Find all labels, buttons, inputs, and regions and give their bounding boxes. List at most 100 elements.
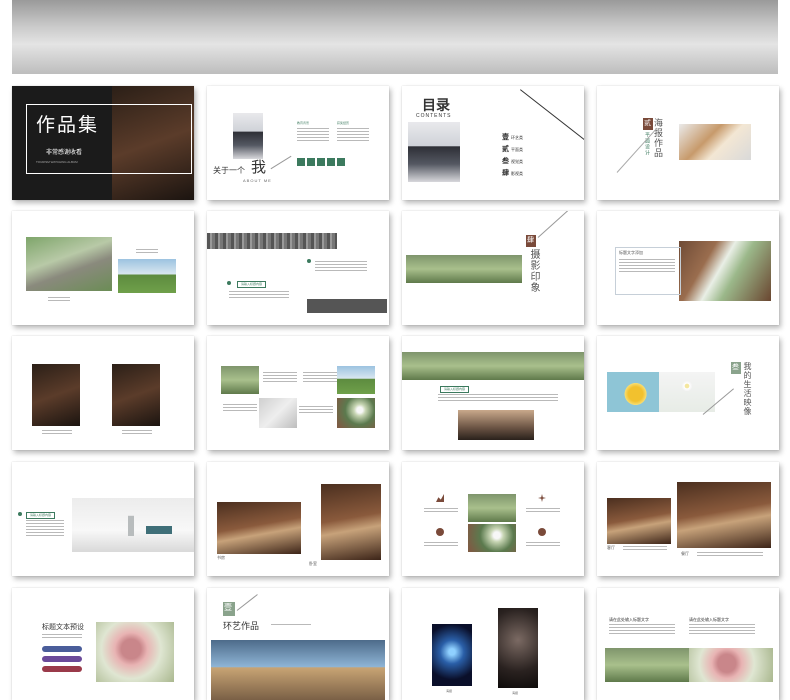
product-photo xyxy=(112,364,160,426)
slide-7[interactable]: 肆 摄影印象 xyxy=(402,211,584,325)
text-lines-b xyxy=(337,128,369,143)
chart-icon xyxy=(436,494,444,502)
caption-lines xyxy=(42,430,72,436)
contents-photo xyxy=(408,122,460,182)
about-title-en: ABOUT ME xyxy=(243,178,272,183)
about-title-pre: 关于一个 xyxy=(213,166,245,175)
text-lines xyxy=(697,552,763,558)
skill-tiles xyxy=(297,158,345,166)
slide-9[interactable] xyxy=(12,336,194,450)
slide-19[interactable]: 海报 海报 xyxy=(402,588,584,700)
slide-15[interactable] xyxy=(402,462,584,576)
caption-b: 海报 xyxy=(512,691,519,695)
top-banner xyxy=(12,0,778,74)
section-number: 壹 xyxy=(224,603,232,612)
photo-d xyxy=(337,398,375,428)
item-text: 影视类 xyxy=(511,171,523,176)
photo-a xyxy=(468,494,516,522)
slide-8[interactable]: 标题文字添加 xyxy=(597,211,779,325)
caption-a: 书房 xyxy=(217,555,225,560)
caption-lines xyxy=(136,249,158,255)
text-lines xyxy=(526,542,560,548)
slide-title: 标题文本预设 xyxy=(42,624,84,631)
slide-11[interactable]: 请输入标题内容 xyxy=(402,336,584,450)
item-text: 环艺类 xyxy=(511,135,523,140)
text-lines xyxy=(271,624,311,627)
field-photo xyxy=(406,255,522,283)
book-shape xyxy=(146,526,172,534)
slide-10[interactable] xyxy=(207,336,389,450)
text-lines xyxy=(526,508,560,514)
section-title: 环艺作品 xyxy=(223,621,260,631)
section-number: 叁 xyxy=(732,364,739,371)
caption-b: 卧室 xyxy=(309,561,317,566)
slide-18[interactable]: 壹 环艺作品 xyxy=(207,588,389,700)
portfolio-title: 作品集 xyxy=(36,115,100,136)
product-photo xyxy=(32,364,80,426)
diagonal-line xyxy=(236,594,258,611)
item-text: 视觉类 xyxy=(511,159,523,164)
caption-tag: 请输入标题内容 xyxy=(237,281,267,288)
slide-14[interactable]: 书房 卧室 xyxy=(207,462,389,576)
text-lines xyxy=(263,372,297,384)
slide-3[interactable]: 目录 CONTENTS 壹环艺类 贰平面类 叁视觉类 肆影视类 xyxy=(402,86,584,200)
portfolio-subtitle: 非常感谢收看 xyxy=(46,150,83,156)
text-lines xyxy=(299,406,333,415)
contents-title-en: CONTENTS xyxy=(416,113,452,119)
photo-b xyxy=(468,524,516,552)
tulip-photo xyxy=(679,241,771,301)
slide-20[interactable]: 请在此处输入标题文字 请在此处输入标题文字 xyxy=(597,588,779,700)
text-lines xyxy=(689,624,755,636)
bullet-icon xyxy=(307,259,311,263)
heading-b: 请在此处输入标题文字 xyxy=(689,617,729,622)
settings-icon xyxy=(538,528,546,536)
section-title: 我的生活映像 xyxy=(743,362,752,416)
slide-5[interactable] xyxy=(12,211,194,325)
heading-a: 请在此处输入标题文字 xyxy=(609,617,649,622)
list-pill xyxy=(42,646,82,652)
flower-shape xyxy=(681,380,693,392)
hero-photo xyxy=(402,352,584,380)
about-title-big: 我 xyxy=(251,159,267,176)
study-photo xyxy=(217,502,301,554)
diagonal-line xyxy=(537,211,569,238)
diagonal-line xyxy=(616,127,658,173)
bike-photo xyxy=(458,410,534,440)
slide-6[interactable]: 请输入标题内容 xyxy=(207,211,389,325)
poster-b xyxy=(498,608,538,688)
frame-caption: 标题文字添加 xyxy=(619,250,643,255)
slide-16[interactable]: 客厅 餐厅 xyxy=(597,462,779,576)
caption-lines xyxy=(122,430,152,436)
item-num: 贰 xyxy=(502,146,509,153)
section-title: 摄影印象 xyxy=(528,249,539,293)
bullet-icon xyxy=(227,281,231,285)
photo-b xyxy=(689,648,773,682)
slide-2[interactable]: 关于一个 我 ABOUT ME 教育背景 获奖经历 xyxy=(207,86,389,200)
photo-a xyxy=(605,648,689,682)
item-num: 叁 xyxy=(502,158,509,165)
cafe-photo xyxy=(679,124,751,160)
cycle-icon xyxy=(436,528,444,536)
diagonal-line xyxy=(520,89,584,152)
text-lines xyxy=(229,291,289,300)
slide-17[interactable]: 标题文本预设 xyxy=(12,588,194,700)
strip-photo xyxy=(307,299,387,313)
living-photo xyxy=(607,498,671,544)
bottle-shape xyxy=(128,502,134,536)
contents-title: 目录 xyxy=(422,97,450,113)
box-photo xyxy=(211,640,385,700)
text-lines xyxy=(623,546,667,552)
photo-a xyxy=(221,366,259,394)
caption-tag: 请输入标题内容 xyxy=(26,512,56,519)
item-num: 壹 xyxy=(502,134,509,141)
slide-13[interactable]: 请输入标题内容 xyxy=(12,462,194,576)
slide-12[interactable]: 叁 我的生活映像 xyxy=(597,336,779,450)
text-lines xyxy=(609,624,675,636)
section-number: 贰 xyxy=(644,120,651,127)
decor-line xyxy=(270,155,292,170)
slide-4[interactable]: 贰 海报作品 平面设计 xyxy=(597,86,779,200)
bedroom-photo xyxy=(321,484,381,560)
item-num: 肆 xyxy=(502,170,509,177)
slide-1[interactable]: 作品集 非常感谢收看 TOURISM WATCHING ALBUM xyxy=(12,86,194,200)
list-pill xyxy=(42,666,82,672)
